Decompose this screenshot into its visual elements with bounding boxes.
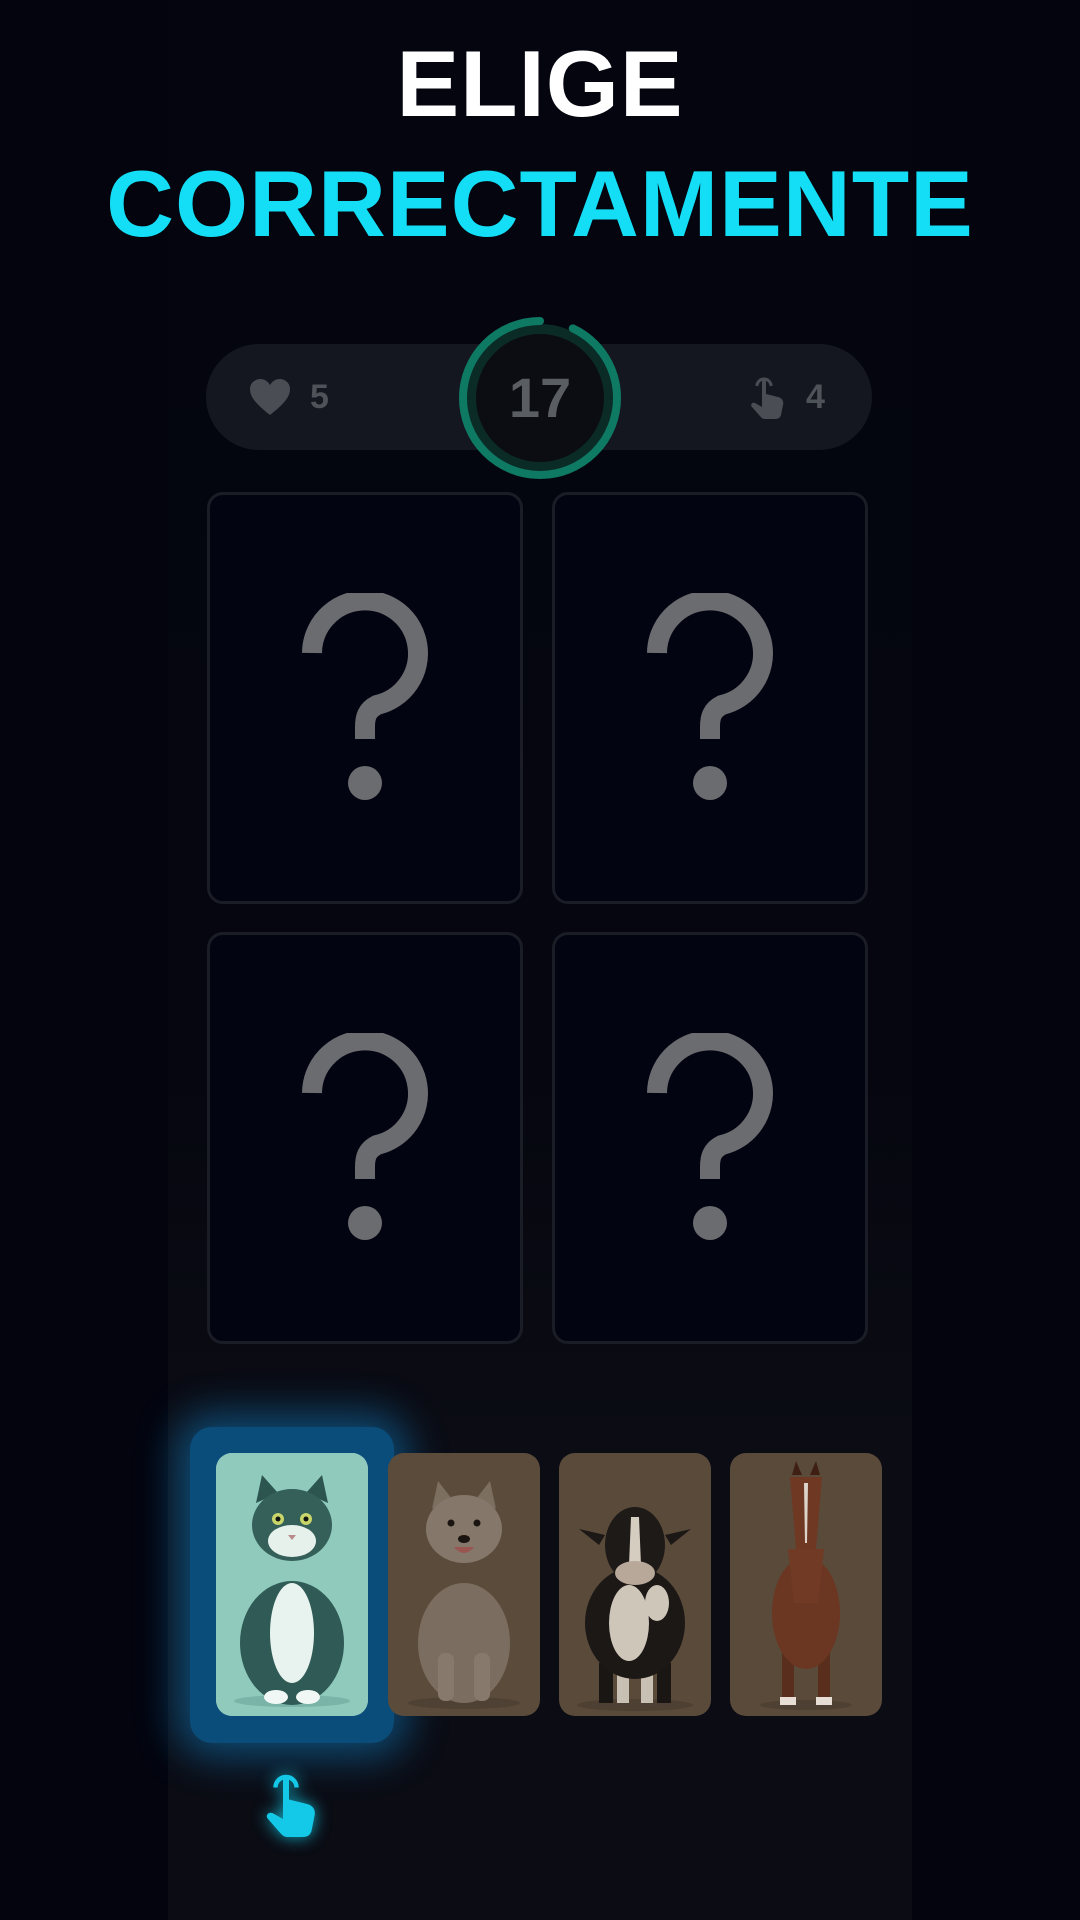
taps-counter: 4	[748, 370, 825, 424]
dog-image	[388, 1453, 540, 1716]
question-mark-icon	[647, 1033, 773, 1240]
title-line-1: ELIGE	[396, 31, 684, 136]
tap-hand-icon	[751, 377, 784, 419]
question-mark-icon	[647, 593, 773, 800]
question-mark-icon	[302, 593, 428, 800]
title-line-2: CORRECTAMENTE	[106, 151, 974, 256]
cow-image	[559, 1453, 711, 1716]
taps-count: 4	[806, 378, 825, 416]
option-horse[interactable]	[730, 1453, 882, 1716]
pointer-hand-icon	[266, 1774, 315, 1837]
horse-image	[730, 1453, 882, 1716]
lives-count: 5	[310, 378, 329, 416]
cat-image	[216, 1453, 368, 1716]
option-dog[interactable]	[388, 1453, 540, 1716]
question-mark-icon	[302, 1033, 428, 1240]
timer-count: 17	[508, 366, 572, 429]
hidden-card-3[interactable]	[207, 932, 523, 1344]
heart-icon	[250, 379, 290, 415]
hidden-card-1[interactable]	[207, 492, 523, 904]
hidden-card-4[interactable]	[552, 932, 868, 1344]
hidden-card-2[interactable]	[552, 492, 868, 904]
option-cat[interactable]	[216, 1453, 368, 1716]
option-cow[interactable]	[559, 1453, 711, 1716]
lives-counter: 5	[248, 370, 329, 424]
